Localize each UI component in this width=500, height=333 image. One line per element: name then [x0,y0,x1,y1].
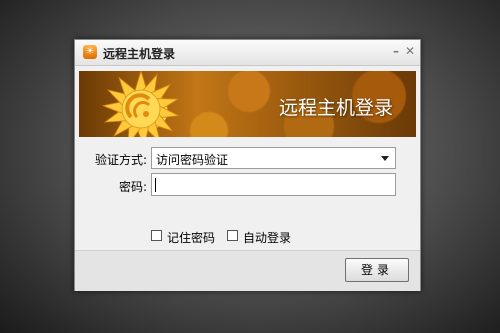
dialog-footer: 登录 [75,250,420,291]
login-button[interactable]: 登录 [345,258,409,282]
close-icon: ✕ [404,44,416,58]
banner-title: 远程主机登录 [279,97,394,119]
minimize-button[interactable]: – [389,43,403,59]
app-logo-icon: ☀ [83,45,97,59]
remote-login-dialog: ☀ 远程主机登录 – ✕ 远程主机登录 验证方式: 访问密码验证 密码: 记住密… [74,39,421,291]
auto-login-checkbox[interactable] [227,230,238,241]
close-button[interactable]: ✕ [403,43,417,59]
password-input[interactable] [151,173,396,196]
auth-method-value: 访问密码验证 [156,153,229,167]
window-title: 远程主机登录 [103,47,176,61]
remember-password-checkbox[interactable] [151,230,162,241]
minimize-icon: – [393,44,399,58]
auto-login-label[interactable]: 自动登录 [243,229,291,246]
banner-image: 远程主机登录 [79,71,416,137]
title-bar[interactable]: ☀ 远程主机登录 – ✕ [75,40,420,66]
chevron-down-icon[interactable] [381,156,389,161]
sunflower-logo [101,71,180,137]
password-label: 密码: [118,180,147,194]
text-caret [155,178,156,192]
auth-method-select[interactable]: 访问密码验证 [151,147,396,169]
remember-password-label[interactable]: 记住密码 [167,229,215,246]
auth-method-label: 验证方式: [94,153,147,167]
